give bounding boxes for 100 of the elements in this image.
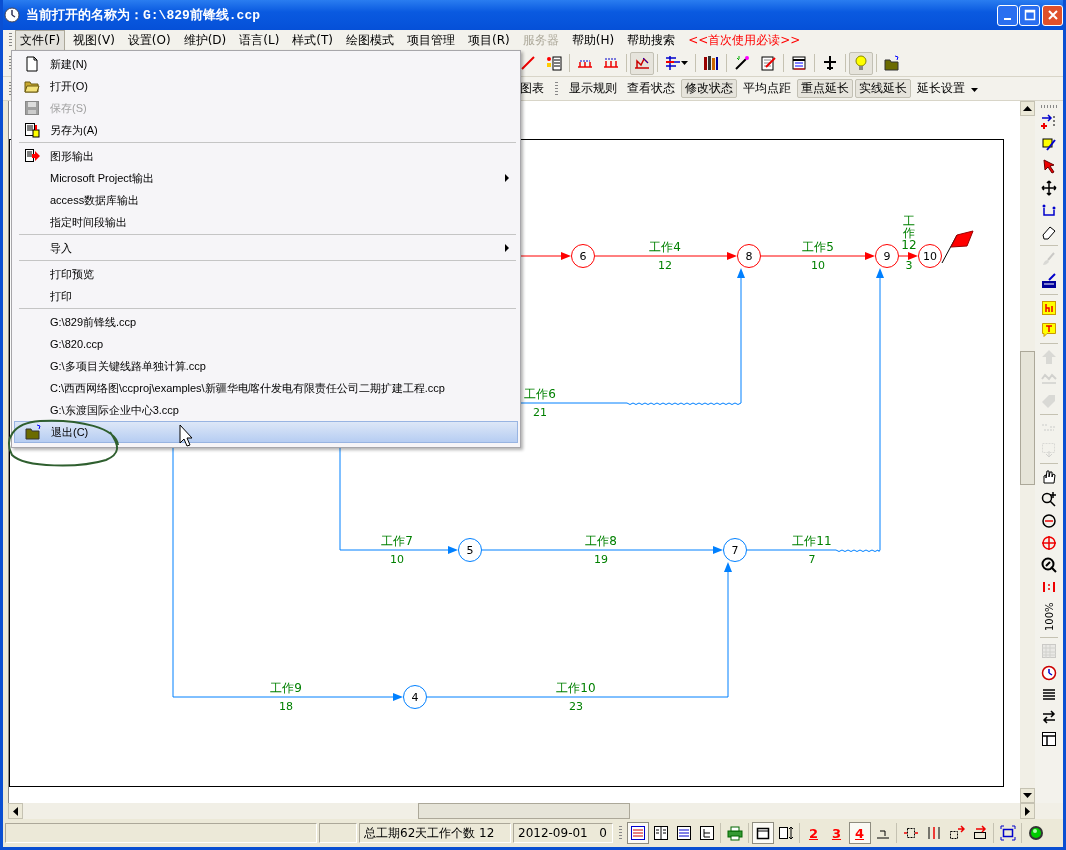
activity-duration: 23	[569, 700, 583, 713]
window-title: 当前打开的名称为：G:\829前锋线.ccp	[26, 7, 260, 24]
menu-item[interactable]: 项目管理	[402, 29, 461, 51]
zoom-level-button[interactable]: 100%	[1041, 598, 1057, 635]
highlight-icon	[1041, 300, 1057, 316]
scroll-right-icon[interactable]	[1020, 803, 1035, 819]
fit-icon	[1041, 579, 1057, 595]
page-number-button[interactable]: 4	[848, 822, 871, 844]
menu-item[interactable]: 视图(V)	[68, 29, 120, 51]
close-icon	[1046, 9, 1059, 21]
vertical-scrollbar[interactable]	[1020, 101, 1035, 803]
toolbar-button[interactable]: 重点延长	[797, 79, 853, 98]
wave-icon	[1041, 371, 1057, 387]
toolbar-button[interactable]: 延长设置	[913, 79, 983, 98]
menu-item[interactable]: 打开(O)	[14, 75, 518, 97]
menu-item[interactable]: 打印预览	[14, 263, 518, 285]
list-icon	[665, 55, 681, 71]
menu-item[interactable]: 退出(C)	[14, 421, 518, 443]
swap-icon	[1041, 709, 1057, 725]
activity-name: 工作4	[649, 240, 681, 254]
toolbar-button[interactable]: 显示规则	[565, 79, 621, 98]
toolbar-button[interactable]: 图表	[516, 79, 548, 98]
arrows-icon	[1041, 114, 1057, 130]
activity-duration: 3	[905, 259, 913, 272]
document-icon	[24, 122, 40, 138]
link-icon	[603, 55, 619, 71]
activity-name: 工作8	[585, 534, 617, 548]
clock-icon	[1041, 665, 1057, 681]
flag-icon	[941, 230, 974, 264]
scroll-down-icon[interactable]	[1020, 788, 1035, 803]
menu-item[interactable]: 新建(N)	[14, 53, 518, 75]
menu-item[interactable]: 维护(D)	[178, 29, 232, 51]
menu-item[interactable]: 语言(L)	[234, 29, 285, 51]
calendar-icon	[791, 55, 807, 71]
menu-item[interactable]: 帮助(H)	[566, 29, 620, 51]
menu-item[interactable]: 项目(R)	[463, 29, 515, 51]
cursor-icon	[1041, 158, 1057, 174]
scroll-up-icon[interactable]	[1020, 101, 1035, 116]
tag-icon	[1041, 393, 1057, 409]
fit-icon	[999, 825, 1016, 841]
network-icon	[634, 55, 650, 71]
caret-icon	[681, 60, 688, 66]
clock-icon	[4, 7, 20, 23]
page-icon	[24, 56, 40, 72]
activity-duration: 21	[533, 406, 547, 419]
menu-item[interactable]: 导入	[14, 237, 518, 259]
scroll-thumb[interactable]	[418, 803, 630, 819]
menu-item[interactable]: <<首次使用必读>>	[683, 29, 806, 51]
horizontal-scrollbar[interactable]	[8, 803, 1063, 819]
toolbar-button[interactable]: 查看状态	[623, 79, 679, 98]
minimize-icon	[1004, 18, 1011, 20]
books-icon	[703, 55, 719, 71]
eraser-icon	[1041, 224, 1057, 240]
menu-item[interactable]: 另存为(A)	[14, 119, 518, 141]
maximize-icon	[1023, 9, 1036, 21]
toolbar-button[interactable]: 修改状态	[681, 79, 737, 98]
frame-icon[interactable]	[751, 822, 774, 844]
menu-item[interactable]: 绘图模式	[341, 29, 400, 51]
menu-item[interactable]: G:\820.ccp	[14, 333, 518, 355]
menu-item[interactable]: 文件(F)	[15, 29, 66, 51]
activity-name: 工作11	[792, 534, 832, 548]
activity-duration: 10	[811, 259, 825, 272]
scroll-left-icon[interactable]	[8, 803, 23, 819]
menu-item[interactable]: 设置(O)	[122, 29, 176, 51]
list-icon[interactable]	[626, 822, 649, 844]
status-light-icon	[1027, 825, 1044, 841]
frame-icon	[754, 825, 771, 841]
menu-item[interactable]: G:\多项目关键线路单独计算.ccp	[14, 355, 518, 377]
brush-icon	[1041, 251, 1057, 267]
folder-icon	[884, 55, 900, 71]
resize-icon	[777, 825, 794, 841]
minimize-button[interactable]	[997, 4, 1018, 26]
tree-icon	[698, 825, 715, 841]
scroll-thumb[interactable]	[1020, 351, 1035, 485]
toolbar-button[interactable]: 平均点距	[739, 79, 795, 98]
folder-icon	[24, 78, 40, 94]
nodes-icon	[1041, 202, 1057, 218]
paint-icon	[1041, 136, 1057, 152]
event-node: 6	[571, 244, 595, 268]
bulb-icon	[853, 55, 869, 71]
menu-item[interactable]: 图形输出	[14, 145, 518, 167]
toolbar-button[interactable]: 实线延长	[855, 79, 911, 98]
spacing-icon	[925, 825, 942, 841]
calendar-icon	[1041, 643, 1057, 659]
menu-item[interactable]: 样式(T)	[287, 29, 339, 51]
menu-item[interactable]: G:\东渡国际企业中心3.ccp	[14, 399, 518, 421]
menu-item[interactable]: C:\西西网络图\ccproj\examples\新疆华电喀什发电有限责任公司二期扩建工程.ccp	[14, 377, 518, 399]
activity-duration: 7	[808, 553, 816, 566]
menu-item[interactable]: 指定时间段输出	[14, 211, 518, 233]
maximize-button[interactable]	[1019, 4, 1040, 26]
menu-item[interactable]: 帮助搜索	[622, 29, 681, 51]
submenu-arrow-icon	[505, 244, 510, 252]
menu-item[interactable]: G:\829前锋线.ccp	[14, 311, 518, 333]
folder-icon	[25, 424, 41, 440]
move-icon	[1041, 180, 1057, 196]
close-button[interactable]	[1042, 4, 1063, 26]
status-pane	[319, 823, 357, 843]
menu-item[interactable]: Microsoft Project输出	[14, 167, 518, 189]
menu-item[interactable]: 打印	[14, 285, 518, 307]
menu-item[interactable]: access数据库输出	[14, 189, 518, 211]
